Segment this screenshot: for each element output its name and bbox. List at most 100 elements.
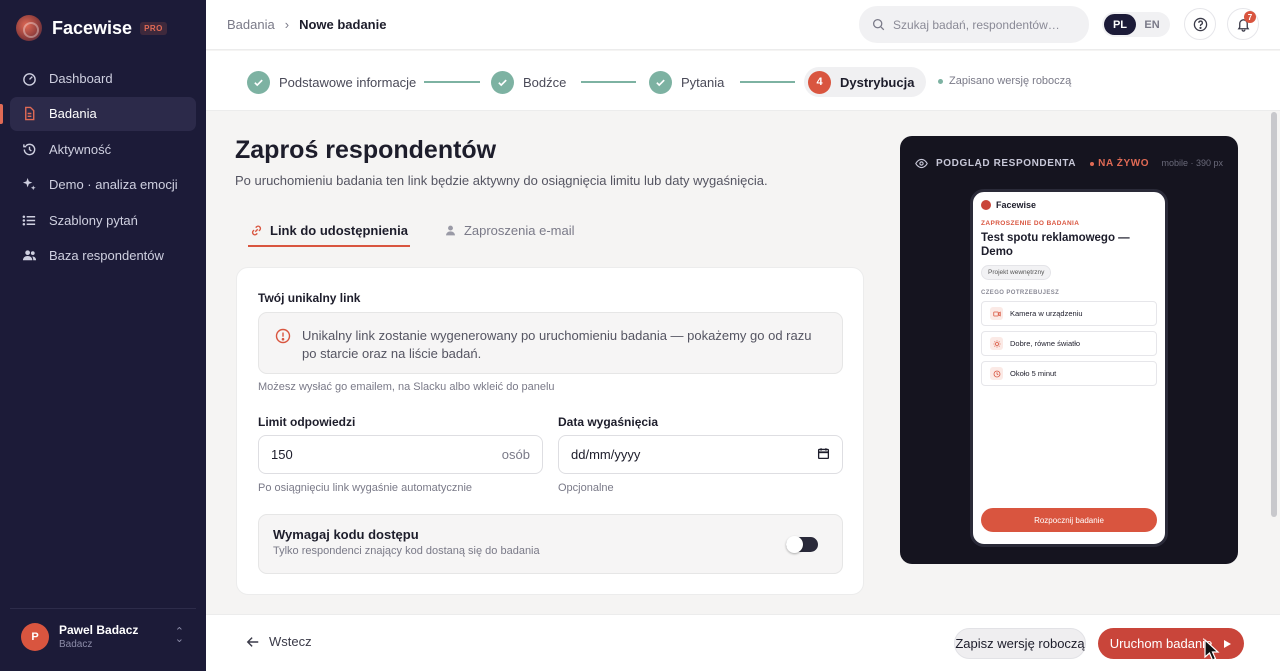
phone-kicker: ZAPROSZENIE DO BADANIA [981,220,1080,227]
phone-requirement-label: Dobre, równe światło [1010,339,1081,348]
limit-label: Limit odpowiedzi [258,415,356,429]
live-label: NA ŻYWO [1098,158,1150,169]
breadcrumb-separator-icon: › [284,17,290,32]
sidebar-item-label: Dashboard [49,70,113,86]
link-hint: Możesz wysłać go emailem, na Slacku albo… [258,381,555,393]
expiry-label: Data wygaśnięcia [558,415,659,429]
access-code-description: Tylko respondenci znający kod dostaną si… [273,545,540,557]
draft-status: Zapisano wersję roboczą [938,75,1071,87]
phone-requirement-item: Około 5 minut [981,361,1157,386]
user-menu[interactable]: P Pawel Badacz Badacz ⌃ ⌄ [10,608,196,664]
sidebar-nav: Dashboard Badania Aktywność Demo · anali… [0,61,196,274]
info-icon [275,328,291,344]
brand-name: Facewise [52,17,133,38]
users-icon [21,248,37,264]
launch-study-button[interactable]: Uruchom badanie [1098,628,1244,659]
play-icon [1224,639,1232,648]
launch-label: Uruchom badanie [1109,636,1213,651]
facewise-logo-icon [981,200,991,210]
search-input[interactable] [893,17,1073,32]
sparkles-icon [21,177,37,193]
sidebar-item-dashboard[interactable]: Dashboard [10,61,196,95]
phone-brand: Facewise [981,200,1157,210]
breadcrumb: Badania › Nowe badanie [227,17,386,32]
check-icon [247,70,270,94]
phone-requirements-heading: CZEGO POTRZEBUJESZ [981,290,1060,296]
step-label: Bodźce [523,74,567,90]
response-limit-value: 150 [271,447,293,462]
step-label: Pytania [681,74,725,90]
status-dot-icon [938,78,943,84]
phone-requirement-item: Kamera w urządzeniu [981,301,1157,326]
response-limit-input[interactable]: 150 osób [258,435,543,474]
preview-title: PODGLĄD RESPONDENTA [936,158,1077,169]
back-label: Wstecz [269,634,312,649]
breadcrumb-current: Nowe badanie [299,17,387,32]
step-label: Podstawowe informacje [279,74,417,90]
respondent-preview: PODGLĄD RESPONDENTA NA ŻYWO mobile · 390… [900,136,1238,564]
step-label: Dystrybucja [840,74,915,90]
help-button[interactable] [1184,8,1216,40]
calendar-icon[interactable] [817,447,830,463]
user-name: Pawel Badacz [59,623,139,637]
page-subtitle: Po uruchomieniu badania ten link będzie … [235,173,768,188]
lang-option-pl[interactable]: PL [1104,14,1136,35]
lang-option-en[interactable]: EN [1136,14,1168,35]
draft-status-text: Zapisano wersję roboczą [949,75,1072,87]
tab-share-link[interactable]: Link do udostępnienia [248,214,410,247]
expiry-date-placeholder: dd/mm/yyyy [571,447,641,462]
step-podstawowe-informacje[interactable]: Podstawowe informacje [247,67,416,97]
tab-label: Zaproszenia e-mail [463,222,575,238]
avatar: P [21,622,49,651]
sun-icon [990,337,1003,350]
live-indicator: NA ŻYWO [1090,158,1149,169]
sidebar-item-szablony[interactable]: Szablony pytań [10,203,196,237]
phone-requirement-label: Kamera w urządzeniu [1010,309,1083,318]
limit-hint: Po osiągnięciu link wygaśnie automatyczn… [258,482,473,494]
access-code-title: Wymagaj kodu dostępu [273,527,419,542]
scrollbar[interactable] [1270,112,1278,612]
phone-brand-name: Facewise [996,200,1037,210]
expiry-date-input[interactable]: dd/mm/yyyy [558,435,843,474]
sidebar-item-aktywnosc[interactable]: Aktywność [10,132,196,166]
sidebar-item-baza[interactable]: Baza respondentów [10,239,196,273]
response-limit-suffix: osób [501,447,530,462]
wizard-stepper: Podstawowe informacje Bodźce Pytania 4 D… [206,51,1280,111]
notifications-button[interactable]: 7 [1227,8,1259,40]
tab-email-invites[interactable]: Zaproszenia e-mail [444,214,575,246]
save-draft-button[interactable]: Zapisz wersję roboczą [954,628,1086,659]
live-dot-icon [1090,161,1095,166]
history-icon [21,141,37,157]
help-icon [1193,17,1207,31]
step-pytania[interactable]: Pytania [649,67,724,97]
gauge-icon [21,70,37,86]
step-connector [424,81,480,83]
notification-count-badge: 7 [1244,11,1256,23]
step-bodzce[interactable]: Bodźce [491,67,566,97]
wizard-footer: Wstecz Zapisz wersję roboczą Uruchom bad… [206,614,1280,671]
access-code-toggle[interactable] [786,536,818,553]
sidebar-item-label: Baza respondentów [49,248,164,263]
invite-tabs: Link do udostępnienia Zaproszenia e-mail [248,214,575,247]
check-icon [649,70,672,94]
clock-icon [990,367,1003,380]
back-button[interactable]: Wstecz [246,634,312,649]
language-switcher: PL EN [1102,12,1170,37]
sidebar-item-demo[interactable]: Demo · analiza emocji [10,168,196,202]
sidebar-item-badania[interactable]: Badania [0,96,196,131]
scrollbar-thumb[interactable] [1271,112,1277,517]
mouse-pointer-icon [1204,639,1220,661]
step-connector [740,81,795,83]
step-dystrybucja[interactable]: 4 Dystrybucja [804,67,927,97]
preview-device-meta: mobile · 390 px [1161,158,1223,168]
arrow-left-icon [246,636,259,647]
brand[interactable]: Facewise PRO [16,15,167,41]
share-link-card: Twój unikalny link Unikalny link zostani… [236,267,864,595]
search-bar[interactable] [859,6,1089,43]
search-icon [872,18,885,31]
phone-mockup: Facewise ZAPROSZENIE DO BADANIA Test spo… [970,189,1168,547]
breadcrumb-item-badania[interactable]: Badania [227,17,275,32]
sidebar-item-label: Badania [49,106,97,121]
link-icon [251,225,262,235]
link-info-box: Unikalny link zostanie wygenerowany po u… [258,312,843,374]
